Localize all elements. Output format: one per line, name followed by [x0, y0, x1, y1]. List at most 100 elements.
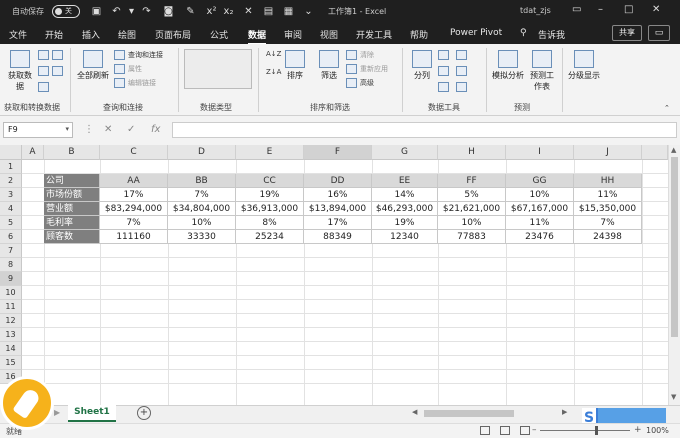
table-cell[interactable]: $36,913,000 — [236, 202, 304, 216]
get-data-button[interactable]: 获取数据 — [6, 50, 34, 92]
table-header-company[interactable]: 公司 — [44, 174, 100, 188]
row-header-9[interactable]: 9 — [0, 272, 22, 286]
table-cell[interactable]: 88349 — [304, 230, 372, 244]
table-header-cell[interactable]: GG — [506, 174, 574, 188]
table-cell[interactable]: 7% — [100, 216, 168, 230]
vertical-scrollbar[interactable]: ▲ ▼ — [668, 145, 680, 405]
customize-qat-icon[interactable]: ⌄ — [302, 5, 315, 18]
row-label-revenue[interactable]: 营业额 — [44, 202, 100, 216]
insert-function-icon[interactable]: fx — [151, 124, 160, 135]
row-header-12[interactable]: 12 — [0, 314, 22, 328]
undo-dropdown-icon[interactable]: ▾ — [125, 5, 138, 18]
zoom-slider[interactable] — [540, 430, 630, 431]
from-text-icon[interactable] — [38, 50, 49, 60]
tab-draw[interactable]: 绘图 — [118, 28, 136, 41]
remove-duplicates-icon[interactable] — [438, 66, 449, 76]
minimize-icon[interactable]: – — [598, 4, 603, 15]
border-icon[interactable]: ▦ — [282, 5, 295, 18]
data-model-icon[interactable] — [456, 82, 467, 92]
zoom-level[interactable]: 100% — [646, 426, 669, 435]
table-cell[interactable]: 11% — [506, 216, 574, 230]
enter-icon[interactable]: ✓ — [127, 124, 135, 135]
collapse-ribbon-icon[interactable]: ⌃ — [664, 104, 670, 112]
row-header-10[interactable]: 10 — [0, 286, 22, 300]
filter-button[interactable]: 筛选 — [318, 50, 340, 81]
table-cell[interactable]: $83,294,000 — [100, 202, 168, 216]
advanced-filter-button[interactable]: 高级 — [346, 78, 374, 88]
relationships-icon[interactable] — [456, 66, 467, 76]
table-cell[interactable]: 24398 — [574, 230, 642, 244]
flash-fill-icon[interactable] — [438, 50, 449, 60]
existing-connections-icon[interactable] — [38, 82, 49, 92]
table-cell[interactable]: $67,167,000 — [506, 202, 574, 216]
maximize-icon[interactable]: □ — [624, 4, 633, 15]
table-header-cell[interactable]: CC — [236, 174, 304, 188]
ribbon-display-icon[interactable]: ▭ — [572, 4, 581, 15]
sort-desc-icon[interactable]: Z↓A — [266, 68, 281, 76]
column-header-g[interactable]: G — [372, 145, 438, 160]
format-painter-icon[interactable]: ✎ — [184, 5, 197, 18]
data-validation-icon[interactable] — [438, 82, 449, 92]
column-header-d[interactable]: D — [168, 145, 236, 160]
draw-table-icon[interactable]: ▤ — [262, 5, 275, 18]
table-cell[interactable]: $15,350,000 — [574, 202, 642, 216]
table-cell[interactable]: 19% — [372, 216, 438, 230]
scroll-up-icon[interactable]: ▲ — [671, 146, 676, 154]
queries-connections-button[interactable]: 查询和连接 — [114, 50, 163, 60]
zoom-in-icon[interactable]: + — [634, 425, 642, 435]
table-cell[interactable]: 5% — [438, 188, 506, 202]
zoom-slider-handle[interactable] — [595, 426, 598, 435]
edit-links-button[interactable]: 编辑链接 — [114, 78, 156, 88]
clear-filter-button[interactable]: 清除 — [346, 50, 374, 60]
row-header-2[interactable]: 2 — [0, 174, 22, 188]
tab-power-pivot[interactable]: Power Pivot — [450, 28, 502, 38]
row-label-customers[interactable]: 顾客数 — [44, 230, 100, 244]
tab-help[interactable]: 帮助 — [410, 28, 428, 41]
row-header-15[interactable]: 15 — [0, 356, 22, 370]
row-header-14[interactable]: 14 — [0, 342, 22, 356]
table-cell[interactable]: 19% — [236, 188, 304, 202]
table-cell[interactable]: 16% — [304, 188, 372, 202]
row-header-1[interactable]: 1 — [0, 160, 22, 174]
scroll-right-icon[interactable]: ▶ — [562, 408, 567, 416]
scroll-thumb[interactable] — [424, 410, 514, 417]
search-icon[interactable]: ⚲ — [520, 28, 527, 38]
table-cell[interactable]: 11% — [574, 188, 642, 202]
table-cell[interactable]: 14% — [372, 188, 438, 202]
refresh-all-button[interactable]: 全部刷新 — [76, 50, 110, 81]
select-all-corner[interactable] — [0, 145, 22, 160]
sort-button[interactable]: 排序 — [284, 50, 306, 81]
row-header-6[interactable]: 6 — [0, 230, 22, 244]
table-cell[interactable]: $46,293,000 — [372, 202, 438, 216]
table-cell[interactable]: 7% — [574, 216, 642, 230]
row-header-4[interactable]: 4 — [0, 202, 22, 216]
page-layout-view-icon[interactable] — [500, 426, 510, 435]
table-cell[interactable]: 10% — [438, 216, 506, 230]
row-header-3[interactable]: 3 — [0, 188, 22, 202]
tab-home[interactable]: 开始 — [45, 28, 63, 41]
share-button[interactable]: 共享 — [612, 25, 642, 41]
scroll-down-icon[interactable]: ▼ — [671, 393, 676, 401]
close-icon[interactable]: ✕ — [652, 4, 660, 15]
from-table-icon[interactable] — [38, 66, 49, 76]
column-header-a[interactable]: A — [22, 145, 44, 160]
table-header-cell[interactable]: EE — [372, 174, 438, 188]
row-header-11[interactable]: 11 — [0, 300, 22, 314]
table-cell[interactable]: 7% — [168, 188, 236, 202]
add-sheet-icon[interactable]: + — [137, 406, 151, 420]
tab-developer[interactable]: 开发工具 — [356, 28, 392, 41]
consolidate-icon[interactable] — [456, 50, 467, 60]
name-box[interactable]: F9 ▾ — [3, 122, 73, 138]
row-label-gross-margin[interactable]: 毛利率 — [44, 216, 100, 230]
tab-insert[interactable]: 插入 — [82, 28, 100, 41]
undo-icon[interactable]: ↶ — [110, 5, 123, 18]
horizontal-scrollbar[interactable]: ◀ ▶ — [410, 408, 570, 418]
tab-file[interactable]: 文件 — [9, 28, 27, 41]
table-cell[interactable]: 33330 — [168, 230, 236, 244]
column-header-e[interactable]: E — [236, 145, 304, 160]
camera-icon[interactable]: ◙ — [162, 5, 175, 18]
column-header-c[interactable]: C — [100, 145, 168, 160]
tab-data[interactable]: 数据 — [248, 28, 267, 45]
table-cell[interactable]: 8% — [236, 216, 304, 230]
scroll-thumb[interactable] — [671, 157, 678, 337]
